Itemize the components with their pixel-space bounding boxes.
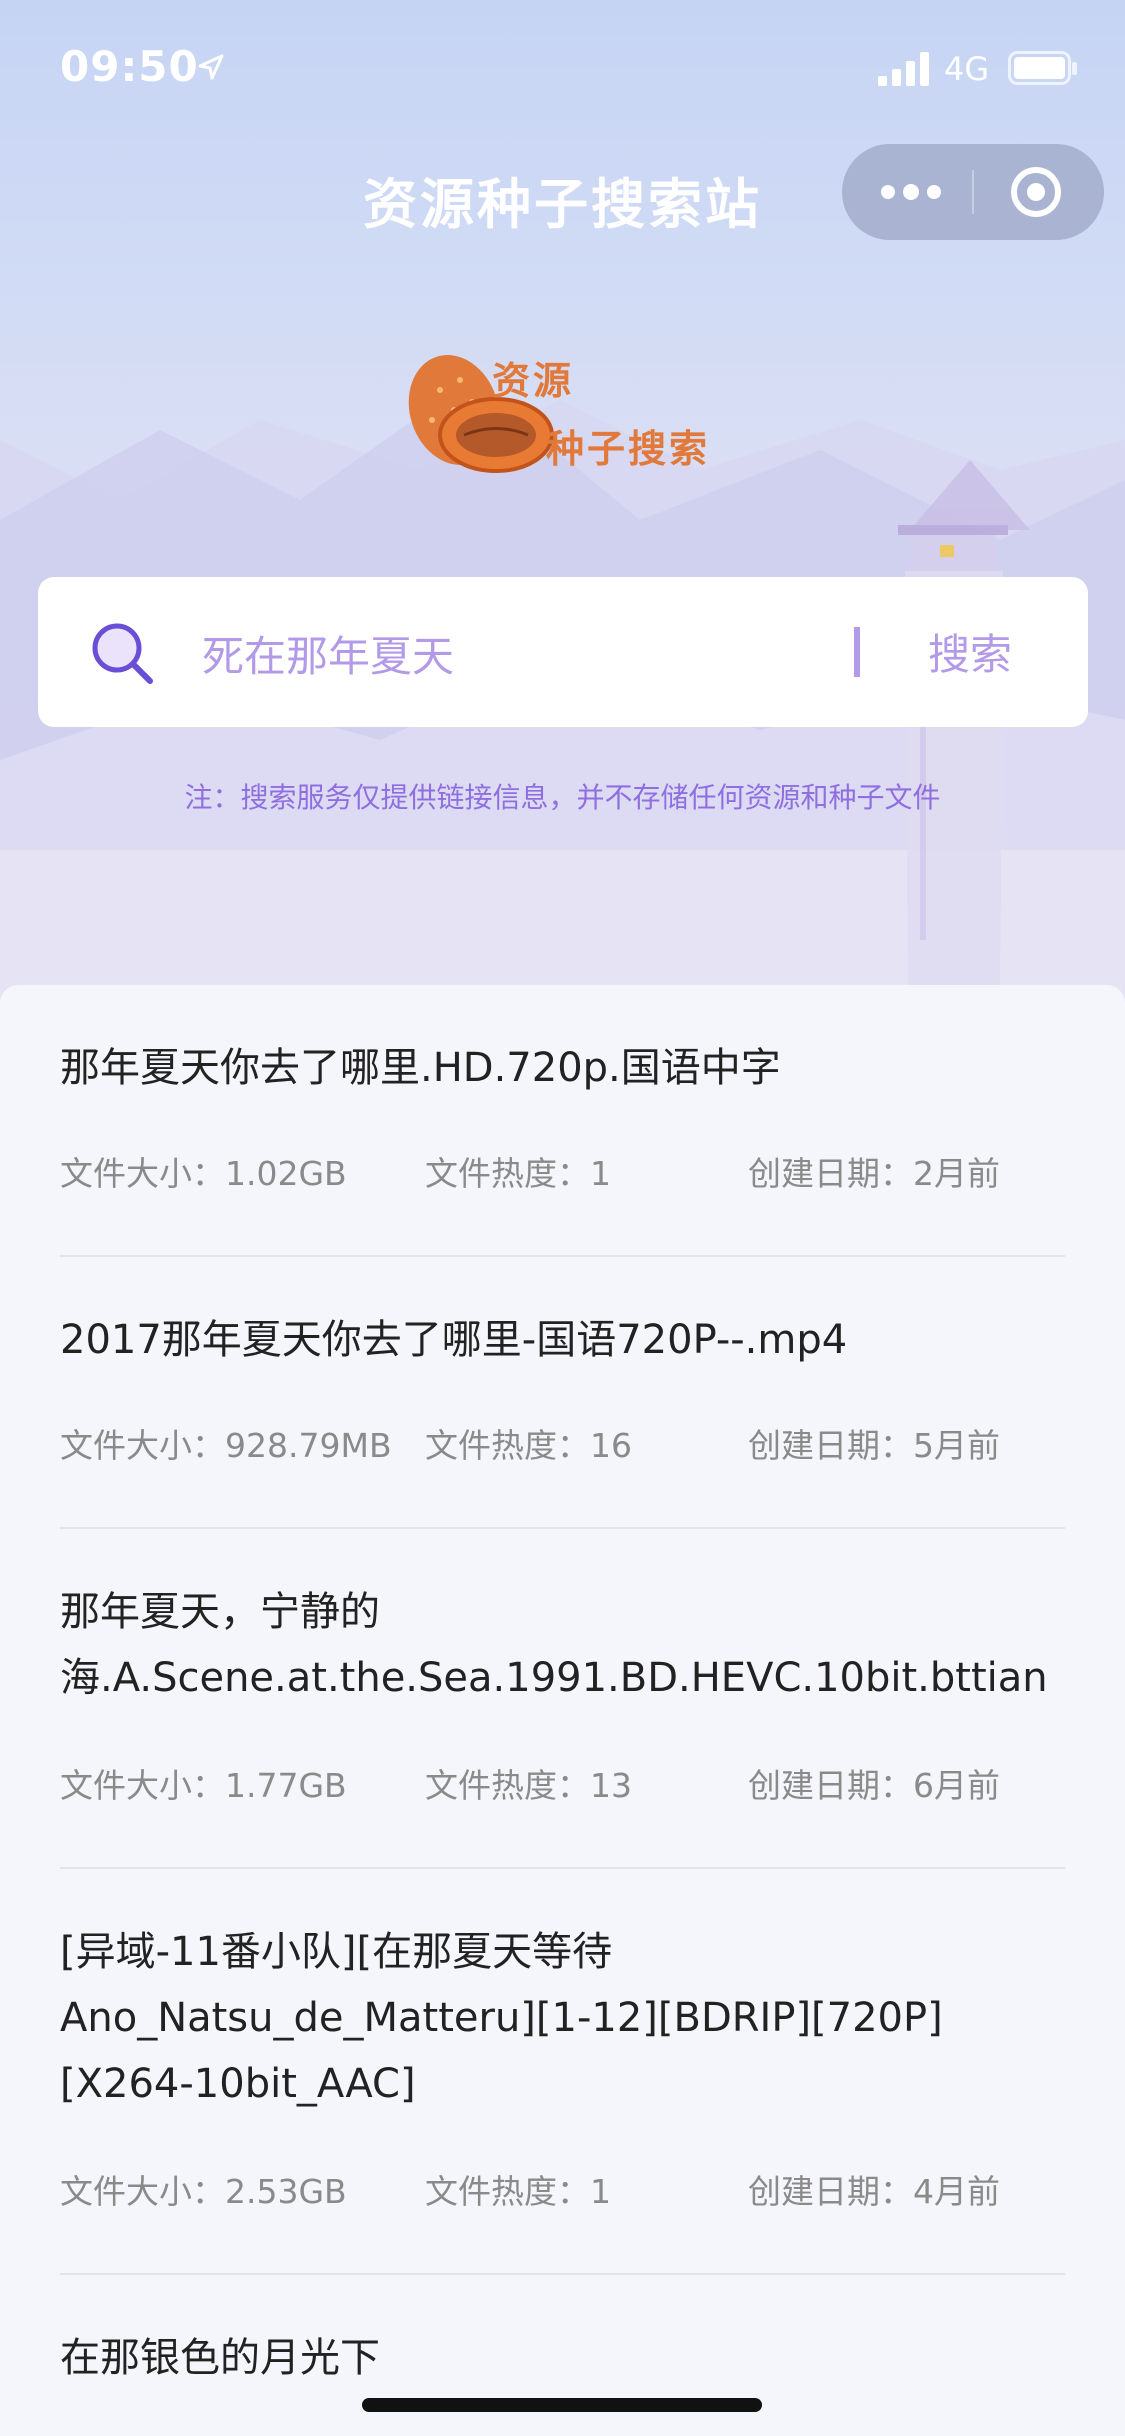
more-dots-icon: [881, 184, 941, 200]
results-list: 那年夏天你去了哪里.HD.720p.国语中字 文件大小：1.02GB 文件热度：…: [0, 985, 1125, 2436]
file-heat: 文件热度：13: [425, 1766, 632, 1805]
file-size: 文件大小：2.53GB: [60, 2172, 347, 2211]
status-bar: 09:50 4G: [0, 0, 1125, 140]
row-divider: [60, 1867, 1065, 1869]
file-size: 文件大小：1.02GB: [60, 1154, 347, 1193]
search-icon: [92, 623, 153, 684]
created-date: 创建日期：6月前: [748, 1766, 1000, 1805]
search-divider: [854, 627, 860, 677]
disclaimer-note: 注：搜索服务仅提供链接信息，并不存储任何资源和种子文件: [184, 781, 941, 814]
network-type: 4G: [944, 50, 990, 88]
result-title: 在那银色的月光下: [60, 2335, 380, 2381]
result-title: 那年夏天你去了哪里.HD.720p.国语中字: [60, 1045, 781, 1091]
result-title: [异域-11番小队][在那夏天等待 Ano_Natsu_de_Matteru][…: [60, 1929, 943, 2107]
row-divider: [60, 1527, 1065, 1529]
search-button[interactable]: 搜索: [928, 621, 1012, 682]
battery-icon: [1008, 51, 1077, 85]
result-title: 那年夏天，宁静的 海.A.Scene.at.the.Sea.1991.BD.HE…: [60, 1589, 1048, 1701]
created-date: 创建日期：2月前: [748, 1154, 1000, 1193]
result-item[interactable]: 在那银色的月光下: [60, 2325, 1065, 2405]
search-bar: 搜索: [38, 577, 1088, 727]
status-time: 09:50: [60, 42, 199, 91]
hero-header: 09:50 4G 资源种子搜索站 资源 种子搜索 死在那年夏天 搜索 注：搜索服…: [0, 0, 1125, 1010]
file-heat: 文件热度：16: [425, 1426, 632, 1465]
result-item[interactable]: 那年夏天你去了哪里.HD.720p.国语中字 文件大小：1.02GB 文件热度：…: [60, 1035, 1065, 1257]
close-miniprogram-button[interactable]: [974, 144, 1104, 240]
result-item[interactable]: 2017那年夏天你去了哪里-国语720P--.mp4 文件大小：928.79MB…: [60, 1307, 1065, 1529]
file-size: 文件大小：1.77GB: [60, 1766, 347, 1805]
file-size: 文件大小：928.79MB: [60, 1426, 392, 1465]
more-button[interactable]: [842, 144, 972, 240]
home-indicator[interactable]: [362, 2398, 762, 2412]
target-circle-icon: [1011, 167, 1061, 217]
file-heat: 文件热度：1: [425, 2172, 611, 2211]
logo-text-line2: 种子搜索: [546, 426, 711, 471]
result-item[interactable]: 那年夏天，宁静的 海.A.Scene.at.the.Sea.1991.BD.HE…: [60, 1579, 1065, 1869]
location-arrow-icon: [198, 54, 224, 80]
row-divider: [60, 1255, 1065, 1257]
signal-icon: [878, 52, 929, 86]
result-title: 2017那年夏天你去了哪里-国语720P--.mp4: [60, 1317, 848, 1363]
result-item[interactable]: [异域-11番小队][在那夏天等待 Ano_Natsu_de_Matteru][…: [60, 1919, 1065, 2275]
file-heat: 文件热度：1: [425, 1154, 611, 1193]
created-date: 创建日期：4月前: [748, 2172, 1000, 2211]
created-date: 创建日期：5月前: [748, 1426, 1000, 1465]
search-input[interactable]: [200, 617, 844, 689]
row-divider: [60, 2273, 1065, 2275]
miniprogram-capsule: [842, 144, 1104, 240]
logo-text-line1: 资源: [492, 358, 575, 403]
